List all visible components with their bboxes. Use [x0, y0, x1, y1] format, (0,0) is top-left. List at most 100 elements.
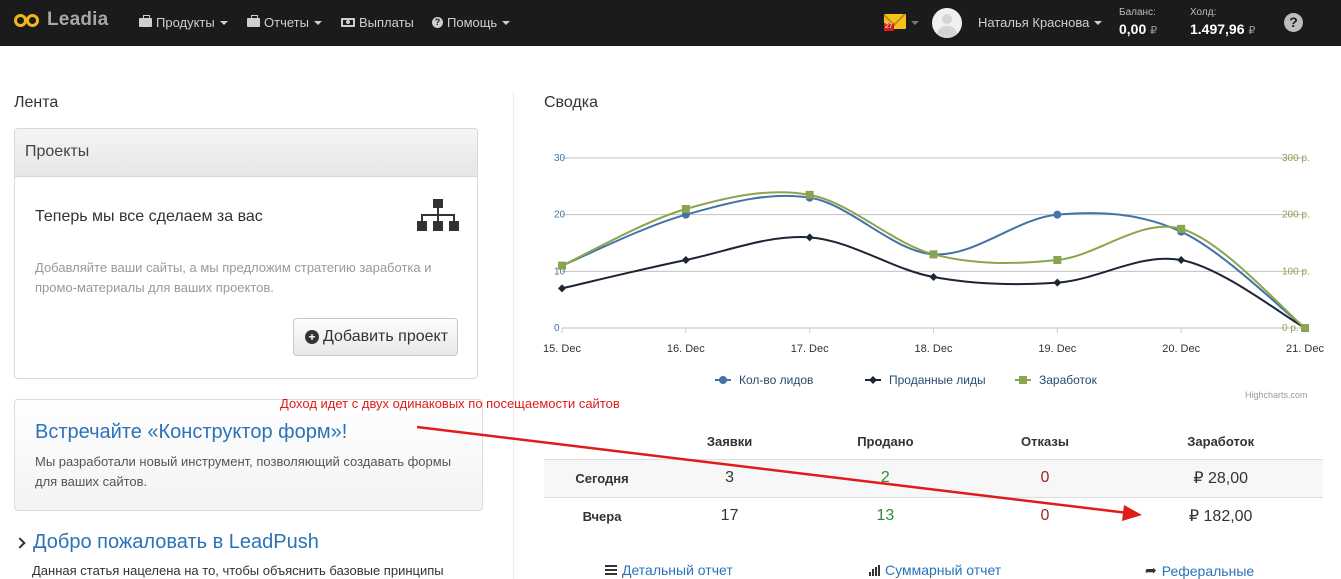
summary-report-link[interactable]: Суммарный отчет [869, 562, 1001, 578]
projects-panel-header: Проекты [15, 129, 477, 177]
balance-block: Баланс: 0,00 ₽ [1119, 7, 1157, 37]
messages-button[interactable]: 27 [884, 14, 919, 32]
currency-sign: ₽ [1248, 25, 1256, 37]
hold-block: Холд: 1.497,96 ₽ [1190, 7, 1255, 37]
top-navbar: Leadia Продукты Отчеты Выплаты ? Помощь … [0, 0, 1341, 46]
legend-label: Проданные лиды [889, 373, 986, 387]
balance-label: Баланс: [1119, 7, 1156, 18]
summary-report-label: Суммарный отчет [885, 562, 1002, 578]
data-point [1053, 256, 1062, 264]
welcome-title-link[interactable]: Добро пожаловать в LeadPush [33, 531, 319, 554]
cell-earnings: ₽ 28,00 [1118, 458, 1323, 497]
chart-credits[interactable]: Highcharts.com [1245, 390, 1308, 400]
cell-sold: 2 [799, 458, 972, 497]
cell-leads: 3 [660, 458, 800, 497]
menu-reports[interactable]: Отчеты [247, 15, 322, 30]
data-point [805, 233, 814, 242]
data-point [1053, 278, 1062, 287]
referral-label: Реферальные [1161, 562, 1255, 579]
x-tick-label: 18. Dec [915, 343, 953, 355]
data-point [929, 273, 938, 281]
caret-down-icon [911, 21, 919, 25]
legend-marker [869, 376, 877, 384]
y-right-tick-label: 300 р. [1282, 153, 1310, 164]
caret-down-icon [502, 20, 511, 25]
briefcase-icon [247, 15, 260, 27]
x-tick-label: 20. Dec [1162, 343, 1200, 355]
add-project-button[interactable]: + Добавить проект [293, 318, 458, 356]
menu-payouts[interactable]: Выплаты [341, 15, 414, 30]
hold-label: Холд: [1190, 7, 1217, 18]
menu-help[interactable]: ? Помощь [432, 15, 511, 30]
legend-marker [719, 376, 727, 384]
legend-label: Заработок [1039, 373, 1098, 387]
x-tick-label: 21. Dec [1286, 343, 1324, 355]
projects-panel: Проекты Теперь мы все сделаем за вас Доб… [14, 128, 478, 379]
row-label: Сегодня [544, 458, 660, 497]
promo-title-link[interactable]: Встречайте «Конструктор форм»! [35, 421, 347, 444]
y-right-tick-label: 100 р. [1282, 266, 1310, 277]
projects-panel-title: Теперь мы все сделаем за вас [35, 208, 263, 225]
chevron-right-icon [14, 536, 26, 549]
data-point [558, 261, 566, 270]
table-header [544, 424, 660, 459]
data-point [1177, 224, 1186, 233]
data-point [1301, 324, 1309, 332]
data-point [929, 250, 938, 259]
detailed-report-label: Детальный отчет [622, 562, 733, 578]
balance-value: 0,00 [1119, 21, 1147, 37]
promo-form-builder: Встречайте «Конструктор форм»! Мы разраб… [14, 399, 483, 511]
menu-products-label: Продукты [156, 15, 215, 30]
sitemap-icon [417, 199, 459, 235]
x-tick-label: 16. Dec [667, 343, 705, 355]
infinity-logo-icon [14, 12, 42, 28]
list-icon [605, 565, 617, 575]
projects-panel-text: Добавляйте ваши сайты, а мы предложим ст… [35, 260, 432, 295]
feed-title: Лента [14, 94, 59, 111]
data-point [805, 190, 814, 199]
table-row: Вчера 17 13 0 ₽ 182,00 [544, 496, 1323, 535]
series-line [561, 191, 1306, 329]
referral-link[interactable]: ➦ Реферальные [1145, 562, 1254, 579]
annotation-text: Доход идет с двух одинаковых по посещаем… [280, 396, 620, 411]
x-tick-label: 15. Dec [543, 343, 581, 355]
menu-payouts-label: Выплаты [359, 15, 414, 30]
add-project-label: Добавить проект [323, 328, 449, 345]
table-row: Сегодня 3 2 0 ₽ 28,00 [544, 458, 1323, 497]
table-header: Заявки [706, 433, 753, 449]
question-icon: ? [432, 17, 443, 28]
menu-products[interactable]: Продукты [139, 15, 228, 30]
detailed-report-link[interactable]: Детальный отчет [605, 562, 733, 578]
welcome-article: Добро пожаловать в LeadPush [14, 531, 319, 554]
summary-line-chart: 00 р.10 100 р.20 200 р.30 300 р.15. Dec 16. … [543, 153, 1324, 387]
cell-sold: 13 [799, 496, 972, 535]
data-point [681, 205, 690, 213]
summary-title: Сводка [544, 94, 599, 111]
help-icon[interactable]: ? [1284, 13, 1303, 32]
cell-rejected: 0 [971, 496, 1119, 535]
share-icon: ➦ [1145, 562, 1157, 578]
table-header: Продано [857, 433, 914, 449]
cell-leads: 17 [660, 496, 800, 535]
x-tick-label: 19. Dec [1038, 343, 1076, 355]
y-right-tick-label: 0 р. [1282, 323, 1299, 334]
user-name: Наталья Краснова [978, 15, 1090, 30]
messages-count-badge: 27 [884, 23, 894, 31]
legend-label: Кол-во лидов [739, 373, 813, 387]
money-icon [341, 18, 355, 27]
brand-logo[interactable]: Leadia [14, 9, 108, 31]
menu-help-label: Помощь [447, 15, 498, 30]
bar-chart-icon [869, 564, 880, 576]
row-label: Вчера [544, 496, 660, 535]
user-menu[interactable]: Наталья Краснова [978, 15, 1103, 30]
table-header: Отказы [1021, 433, 1069, 449]
y-left-tick-label: 20 [554, 210, 566, 221]
user-avatar[interactable] [932, 8, 962, 38]
column-divider [513, 92, 514, 579]
cell-earnings: ₽ 182,00 [1118, 496, 1323, 535]
y-right-tick-label: 200 р. [1282, 210, 1310, 221]
data-point [1177, 256, 1186, 264]
welcome-text: Данная статья нацелена на то, чтобы объя… [32, 563, 444, 578]
stats-table: Заявки Продано Отказы Заработок Сегодня … [544, 424, 1323, 535]
caret-down-icon [219, 20, 228, 25]
